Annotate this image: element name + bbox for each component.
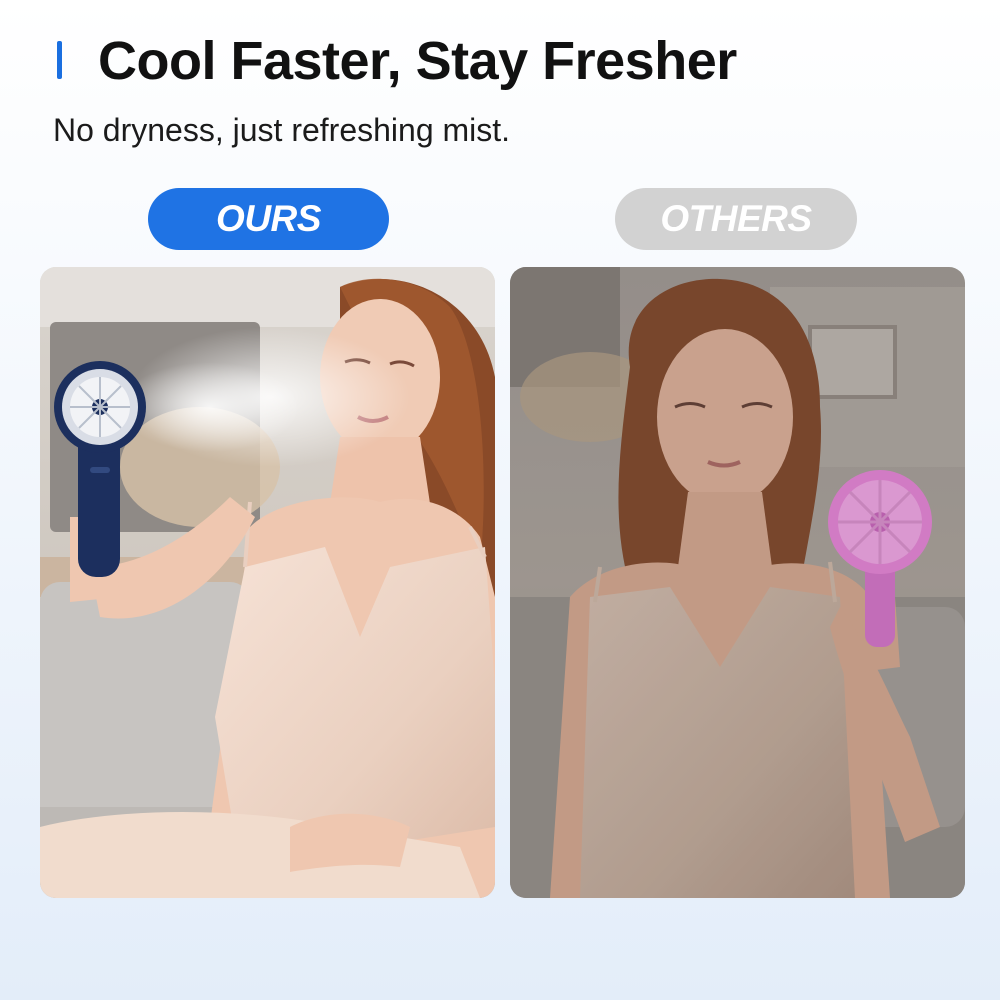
- others-label: OTHERS: [660, 198, 812, 239]
- others-photo-illustration: [510, 267, 965, 898]
- page-subtitle: No dryness, just refreshing mist.: [53, 112, 511, 148]
- ours-label-pill: OURS: [148, 188, 389, 250]
- ours-label: OURS: [216, 198, 321, 239]
- others-label-pill: OTHERS: [615, 188, 857, 250]
- title-accent-bar: [57, 41, 62, 79]
- ours-photo: [40, 267, 495, 898]
- page-title: Cool Faster, Stay Fresher: [98, 31, 737, 91]
- others-photo: [510, 267, 965, 898]
- ours-photo-illustration: [40, 267, 495, 898]
